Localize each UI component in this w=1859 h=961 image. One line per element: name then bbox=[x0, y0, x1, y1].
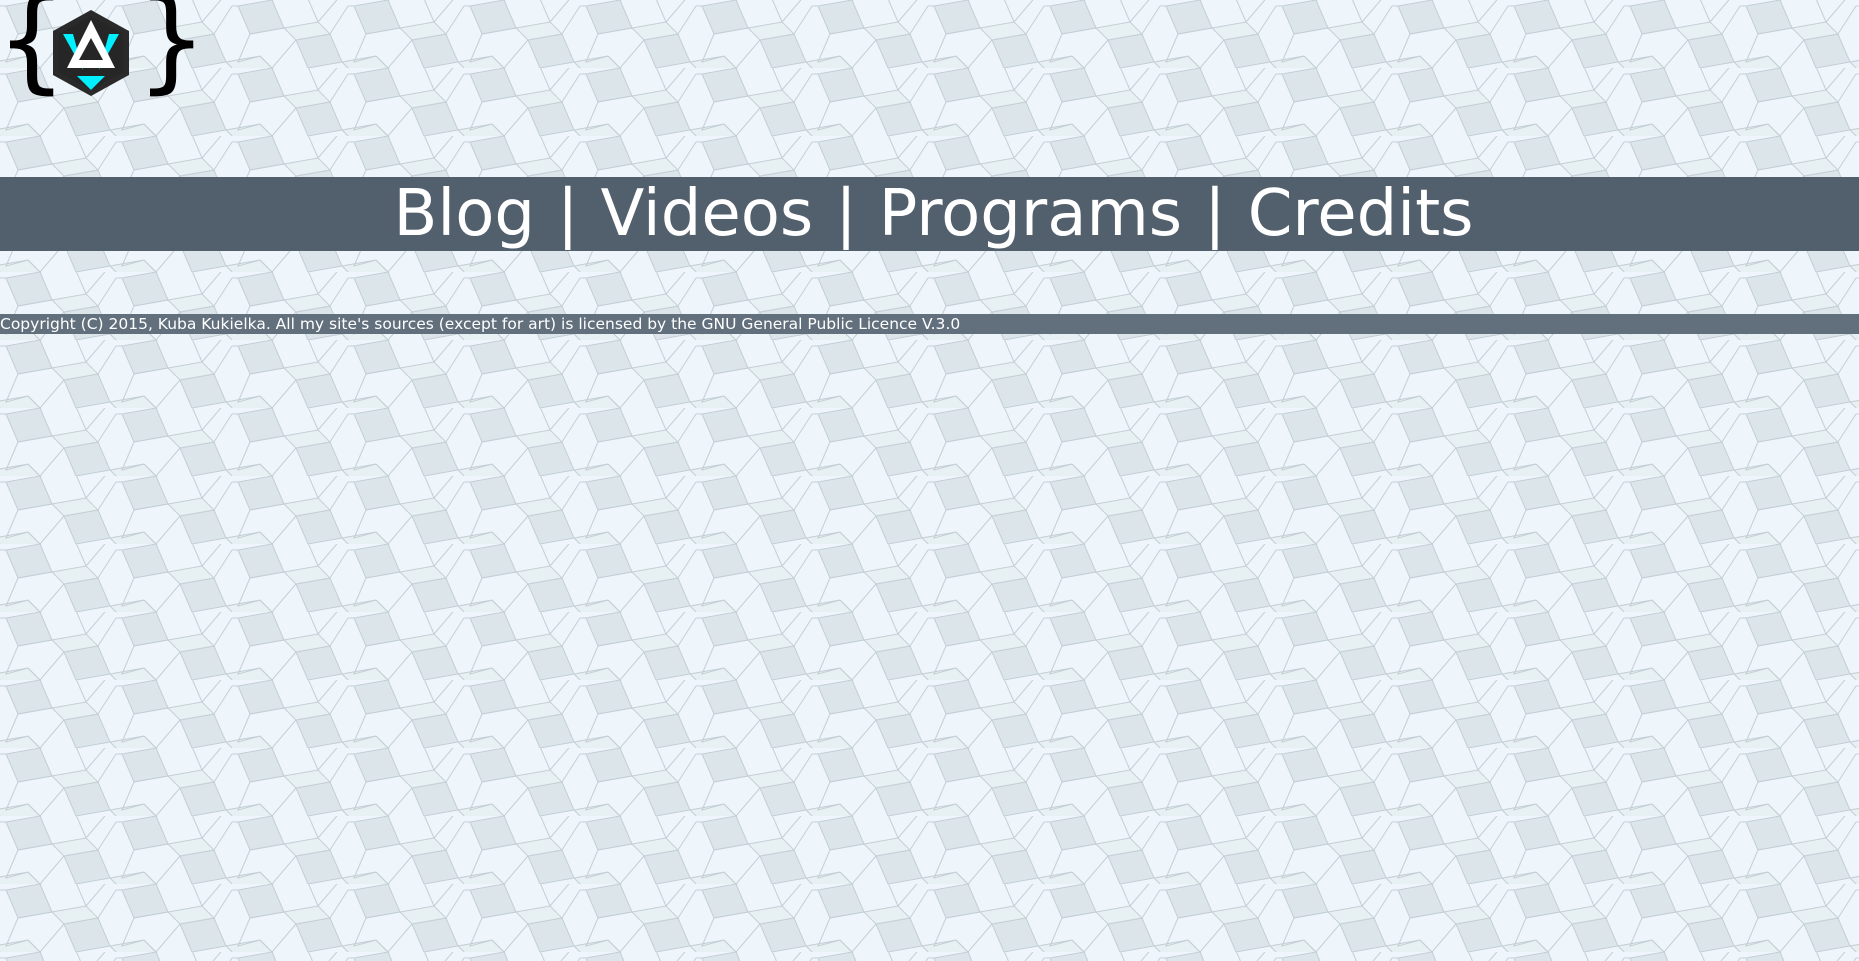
background-pattern bbox=[0, 0, 1859, 961]
nav-link-programs[interactable]: Programs bbox=[879, 177, 1182, 251]
copyright-text: Copyright (C) 2015, Kuba Kukielka. All m… bbox=[0, 315, 961, 333]
nav-separator: | bbox=[835, 177, 857, 251]
site-logo[interactable]: { } bbox=[0, 0, 207, 112]
nav-link-blog[interactable]: Blog bbox=[394, 177, 535, 251]
nav-link-credits[interactable]: Credits bbox=[1248, 177, 1474, 251]
nav-separator: | bbox=[1204, 177, 1226, 251]
logo-right-brace: } bbox=[136, 0, 208, 105]
main-nav: Blog | Videos | Programs | Credits bbox=[0, 177, 1859, 251]
copyright-footer: Copyright (C) 2015, Kuba Kukielka. All m… bbox=[0, 314, 1859, 334]
site-logo-icon bbox=[53, 10, 129, 96]
nav-link-videos[interactable]: Videos bbox=[601, 177, 814, 251]
nav-separator: | bbox=[556, 177, 579, 251]
